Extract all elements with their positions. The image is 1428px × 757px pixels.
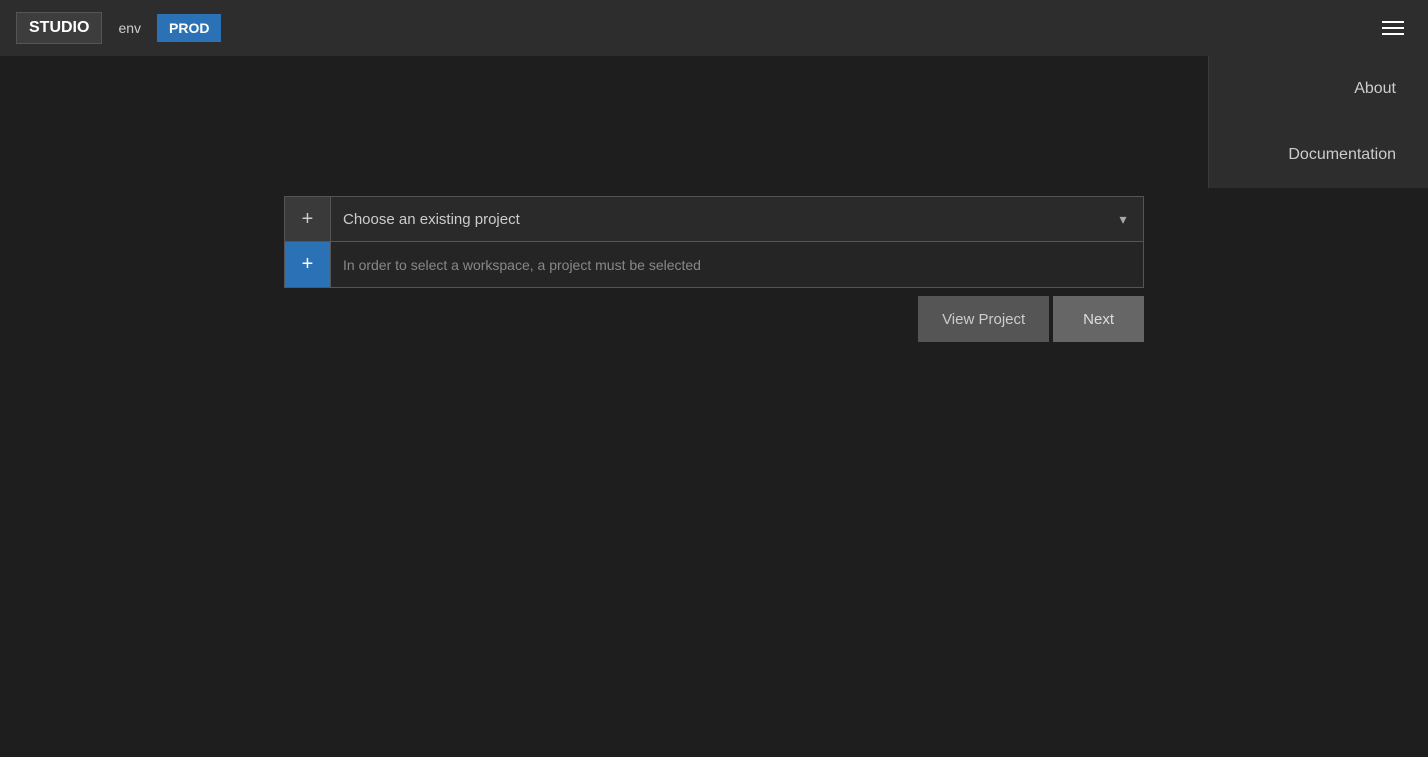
menu-item-about[interactable]: About	[1209, 56, 1428, 122]
dropdown-menu: About Documentation	[1208, 56, 1428, 188]
project-dropdown-row: + Choose an existing project ▾	[284, 196, 1144, 242]
workspace-row: + In order to select a workspace, a proj…	[284, 242, 1144, 288]
view-project-button[interactable]: View Project	[918, 296, 1049, 342]
studio-label: STUDIO	[16, 12, 102, 44]
menu-item-documentation[interactable]: Documentation	[1209, 122, 1428, 188]
project-dropdown[interactable]: Choose an existing project	[331, 197, 1103, 241]
navbar-left: STUDIO env PROD	[16, 12, 221, 44]
prod-badge: PROD	[157, 14, 221, 42]
navbar: STUDIO env PROD	[0, 0, 1428, 56]
workspace-hint-text: In order to select a workspace, a projec…	[331, 242, 1143, 287]
env-label: env	[110, 14, 149, 42]
hamburger-line-3	[1382, 33, 1404, 35]
action-buttons: View Project Next	[284, 296, 1144, 342]
hamburger-line-2	[1382, 27, 1404, 29]
add-project-button-dark[interactable]: +	[285, 197, 331, 241]
add-workspace-button-blue[interactable]: +	[285, 242, 331, 287]
next-button[interactable]: Next	[1053, 296, 1144, 342]
hamburger-button[interactable]	[1374, 13, 1412, 43]
hamburger-line-1	[1382, 21, 1404, 23]
project-selector-container: + Choose an existing project ▾ + In orde…	[284, 196, 1144, 342]
dropdown-arrow-icon: ▾	[1103, 197, 1143, 241]
